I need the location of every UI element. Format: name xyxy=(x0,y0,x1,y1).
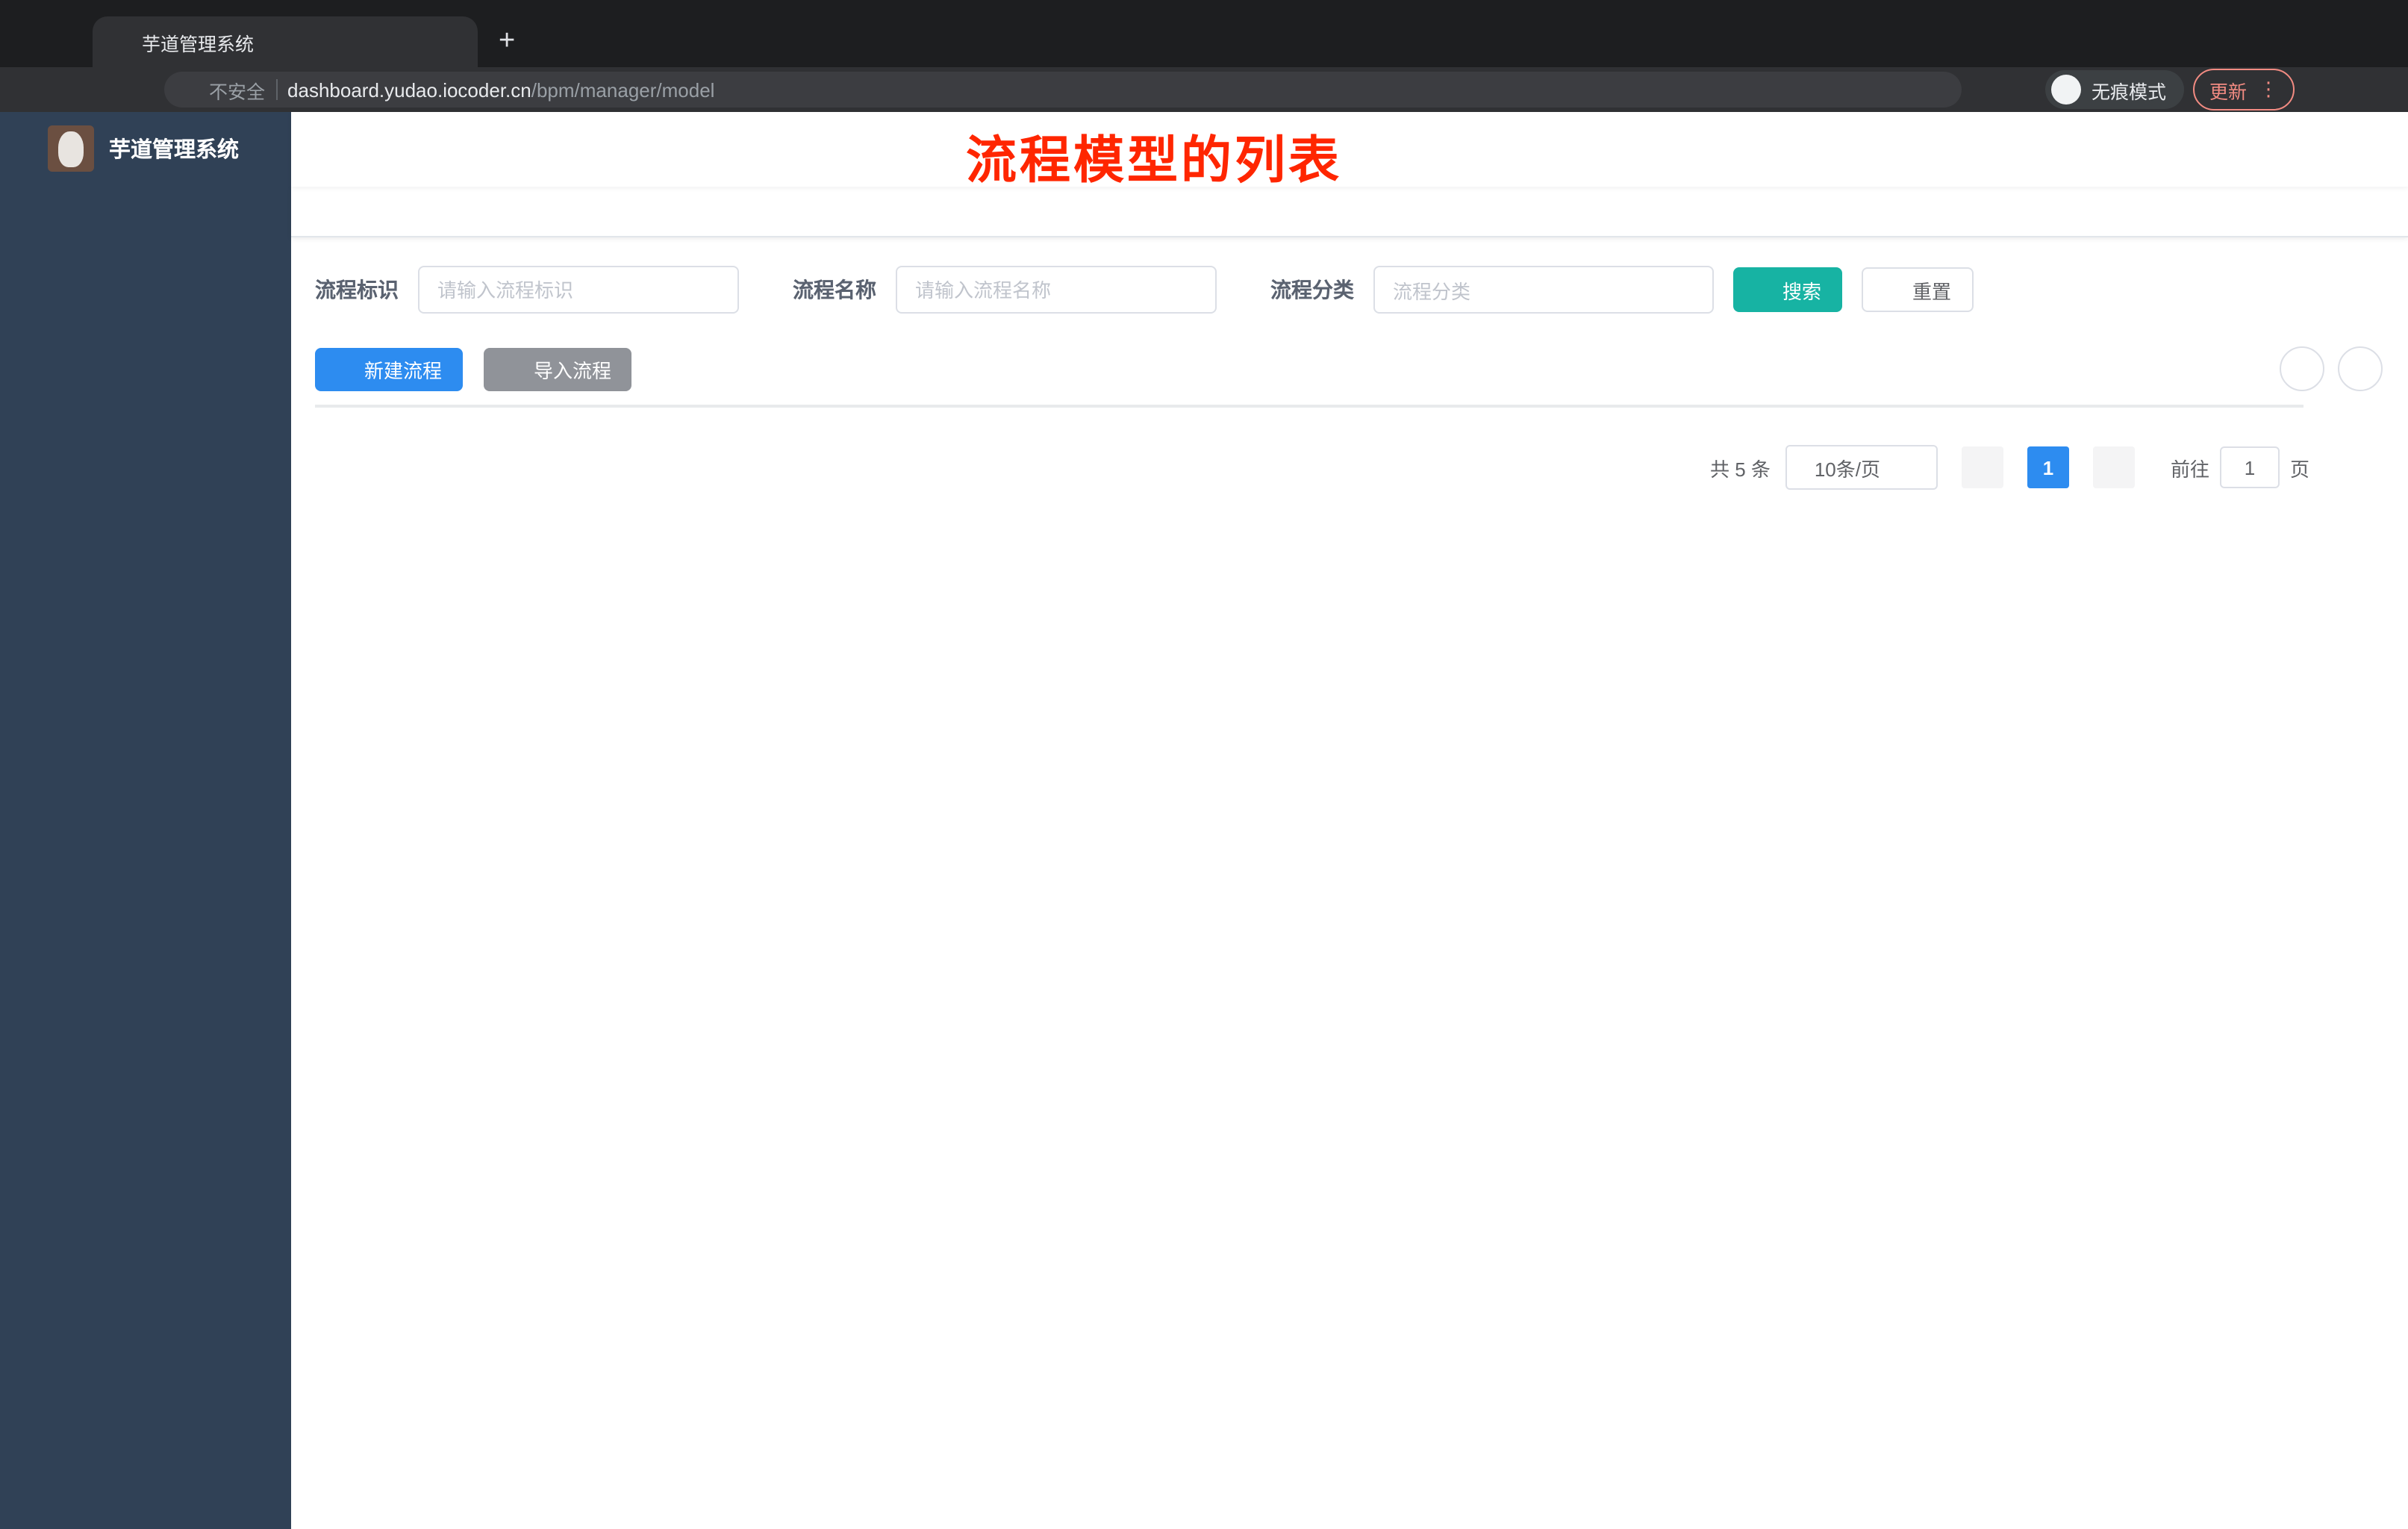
plus-icon xyxy=(336,359,355,379)
sidebar: 芋道管理系统 xyxy=(0,112,291,1529)
chevron-right-icon xyxy=(2105,458,2123,476)
incognito-icon xyxy=(2055,78,2077,101)
create-process-button[interactable]: 新建流程 xyxy=(315,347,464,390)
reload-button[interactable] xyxy=(84,76,110,103)
divider xyxy=(275,79,278,100)
logo-title: 芋道管理系统 xyxy=(109,139,239,163)
back-button[interactable] xyxy=(12,76,39,103)
import-process-button[interactable]: 导入流程 xyxy=(484,347,632,390)
browser-tab[interactable]: 芋道管理系统 xyxy=(93,16,478,67)
browser-window: 芋道管理系统 + 不安全 dashboard.yudao.iocoder.cn/… xyxy=(0,0,2408,1529)
main-area: 流程模型的列表 流程标识 流程名称 流程分类 流程分类 xyxy=(291,112,2408,1529)
sidebar-logo: 芋道管理系统 xyxy=(0,112,291,185)
collapse-sidebar-icon[interactable] xyxy=(314,135,342,164)
home-button[interactable] xyxy=(119,76,146,103)
process-category-label: 流程分类 xyxy=(1270,278,1354,302)
process-key-input[interactable] xyxy=(418,266,739,314)
tab-title: 芋道管理系统 xyxy=(142,34,255,55)
tags-view-bar xyxy=(291,187,2408,237)
favicon-plant-icon xyxy=(107,31,130,53)
chevron-down-icon xyxy=(1892,459,1909,476)
new-tab-button[interactable]: + xyxy=(499,25,515,58)
pagination: 共 5 条 10条/页 1 前往 页 xyxy=(315,445,2309,490)
window-controls[interactable] xyxy=(18,24,96,42)
browser-toolbar: 不安全 dashboard.yudao.iocoder.cn/bpm/manag… xyxy=(0,67,2408,112)
browser-menu-icon[interactable]: ⋮ xyxy=(2259,78,2278,102)
security-status[interactable]: 不安全 xyxy=(182,75,265,104)
current-page[interactable]: 1 xyxy=(2027,446,2069,488)
warning-icon xyxy=(182,80,202,99)
top-navbar xyxy=(291,112,2408,187)
toggle-search-button[interactable] xyxy=(2280,346,2324,391)
total-count: 共 5 条 xyxy=(1710,458,1771,480)
close-window-button[interactable] xyxy=(18,24,36,42)
next-page-button[interactable] xyxy=(2092,446,2135,488)
page-content: 流程标识 流程名称 流程分类 流程分类 搜索 xyxy=(291,237,2408,490)
magnifier-icon xyxy=(2292,358,2312,379)
incognito-badge: 无痕模式 xyxy=(2045,70,2185,109)
prev-page-button[interactable] xyxy=(1961,446,2003,488)
logo-avatar xyxy=(48,125,94,172)
reset-button[interactable]: 重置 xyxy=(1862,267,1974,312)
process-name-input[interactable] xyxy=(896,266,1217,314)
search-icon xyxy=(1754,280,1774,299)
refresh-table-button[interactable] xyxy=(2338,346,2383,391)
table-toolbar: 新建流程 导入流程 xyxy=(315,346,2384,391)
chevron-left-icon xyxy=(1974,458,1991,476)
refresh-icon xyxy=(1884,280,1903,299)
red-annotation: 流程模型的列表 xyxy=(966,133,1342,190)
search-button[interactable]: 搜索 xyxy=(1733,267,1843,312)
maximize-window-button[interactable] xyxy=(78,24,96,42)
process-key-label: 流程标识 xyxy=(315,278,399,302)
address-bar[interactable]: 不安全 dashboard.yudao.iocoder.cn/bpm/manag… xyxy=(164,72,1962,108)
process-model-table xyxy=(315,405,2303,408)
goto-label: 前往 xyxy=(2170,458,2209,480)
chevron-down-icon xyxy=(1678,280,1697,299)
filter-form: 流程标识 流程名称 流程分类 流程分类 搜索 xyxy=(315,266,2384,314)
url-text: dashboard.yudao.iocoder.cn/bpm/manager/m… xyxy=(287,78,715,101)
process-name-label: 流程名称 xyxy=(793,278,876,302)
page-unit-label: 页 xyxy=(2289,458,2309,480)
update-chip[interactable]: 更新 ⋮ xyxy=(2193,69,2295,110)
tab-strip: 芋道管理系统 + xyxy=(0,0,2408,67)
tab-close-icon[interactable] xyxy=(446,34,463,50)
forward-button[interactable] xyxy=(48,76,75,103)
process-category-select[interactable]: 流程分类 xyxy=(1373,266,1714,314)
minimize-window-button[interactable] xyxy=(48,24,66,42)
page-size-select[interactable]: 10条/页 xyxy=(1785,445,1938,490)
password-key-icon[interactable] xyxy=(1980,78,2003,102)
bookmark-star-icon[interactable] xyxy=(2012,78,2036,102)
refresh-icon xyxy=(2350,358,2371,379)
upload-icon xyxy=(505,359,525,379)
goto-page-input[interactable] xyxy=(2219,446,2280,488)
browser-chrome: 芋道管理系统 + 不安全 dashboard.yudao.iocoder.cn/… xyxy=(0,0,2408,112)
